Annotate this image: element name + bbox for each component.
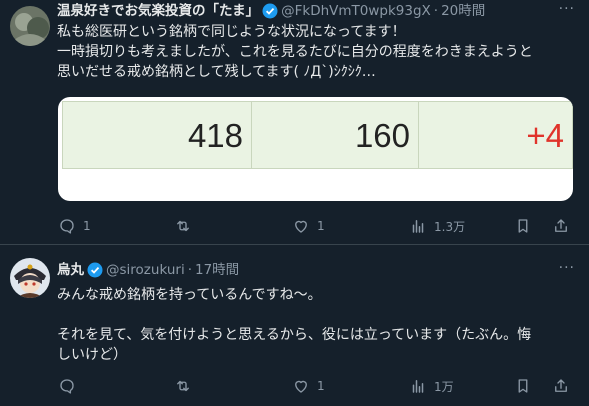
reply-icon	[60, 379, 74, 394]
avatar[interactable]	[10, 6, 50, 46]
post-actions: 1 1 1.3万	[58, 217, 578, 237]
user-handle[interactable]: @FkDhVmT0wpk93gX	[281, 2, 431, 20]
like-count: 1	[317, 219, 325, 233]
more-options-button[interactable]: ···	[559, 1, 575, 17]
bookmark-button[interactable]	[514, 217, 532, 235]
views-button[interactable]: 1万	[409, 377, 454, 395]
like-icon	[295, 380, 307, 393]
separator-dot: ·	[433, 3, 439, 19]
verified-badge-icon	[87, 262, 103, 278]
post-2[interactable]: 烏丸 @sirozukuri · 17時間 ··· みんな戒め銘柄を持っているん…	[0, 245, 589, 406]
repost-button[interactable]	[174, 377, 199, 395]
reply-icon	[60, 219, 74, 234]
user-handle[interactable]: @sirozukuri	[106, 261, 185, 279]
share-button[interactable]	[552, 377, 570, 395]
timestamp[interactable]: 17時間	[195, 261, 239, 279]
image-cell-value: 418	[187, 117, 243, 154]
views-icon	[412, 380, 424, 393]
image-table-row: 418 160 +4	[62, 101, 573, 169]
display-name[interactable]: 烏丸	[57, 261, 84, 279]
views-count: 1.3万	[434, 219, 466, 234]
like-button[interactable]: 1	[292, 377, 325, 395]
repost-button[interactable]	[174, 217, 199, 235]
like-button[interactable]: 1	[292, 217, 325, 235]
separator-dot: ·	[187, 262, 192, 278]
image-cell: +4	[419, 102, 572, 168]
bookmark-button[interactable]	[514, 377, 532, 395]
share-button[interactable]	[552, 217, 570, 235]
repost-icon	[177, 380, 189, 392]
more-options-button[interactable]: ···	[559, 260, 575, 276]
post-text: みんな戒め銘柄を持っているんですね〜。 それを見て、気を付けようと思えるから、役…	[57, 287, 532, 363]
bookmark-icon	[518, 379, 528, 393]
share-icon	[555, 219, 567, 232]
display-name[interactable]: 温泉好きでお気楽投資の「たま」	[57, 2, 259, 20]
like-icon	[295, 220, 307, 233]
image-cell-value: +4	[526, 117, 564, 154]
image-cell-value: 160	[354, 117, 410, 154]
views-icon	[412, 220, 424, 233]
post-header: 烏丸 @sirozukuri · 17時間	[57, 261, 239, 279]
repost-icon	[177, 220, 189, 232]
post-header: 温泉好きでお気楽投資の「たま」 @FkDhVmT0wpk93gX · 20時間	[57, 2, 485, 20]
bookmark-icon	[518, 219, 528, 233]
post-1[interactable]: 温泉好きでお気楽投資の「たま」 @FkDhVmT0wpk93gX · 20時間 …	[0, 0, 589, 245]
like-count: 1	[317, 379, 325, 393]
image-cell: 160	[252, 102, 419, 168]
views-count: 1万	[434, 379, 454, 394]
avatar[interactable]	[10, 258, 50, 298]
timestamp[interactable]: 20時間	[441, 2, 485, 20]
reply-button[interactable]	[58, 377, 83, 395]
post-text: 私も総医研という銘柄で同じような状況になってます！ 一時損切りも考えましたが、こ…	[57, 24, 533, 80]
views-button[interactable]: 1.3万	[409, 217, 465, 235]
post-actions: 1 1万	[58, 377, 578, 397]
reply-count: 1	[83, 219, 91, 233]
verified-badge-icon	[262, 3, 278, 19]
image-cell: 418	[63, 102, 252, 168]
post-image[interactable]: 418 160 +4	[58, 97, 573, 201]
share-icon	[555, 379, 567, 392]
reply-button[interactable]: 1	[58, 217, 91, 235]
